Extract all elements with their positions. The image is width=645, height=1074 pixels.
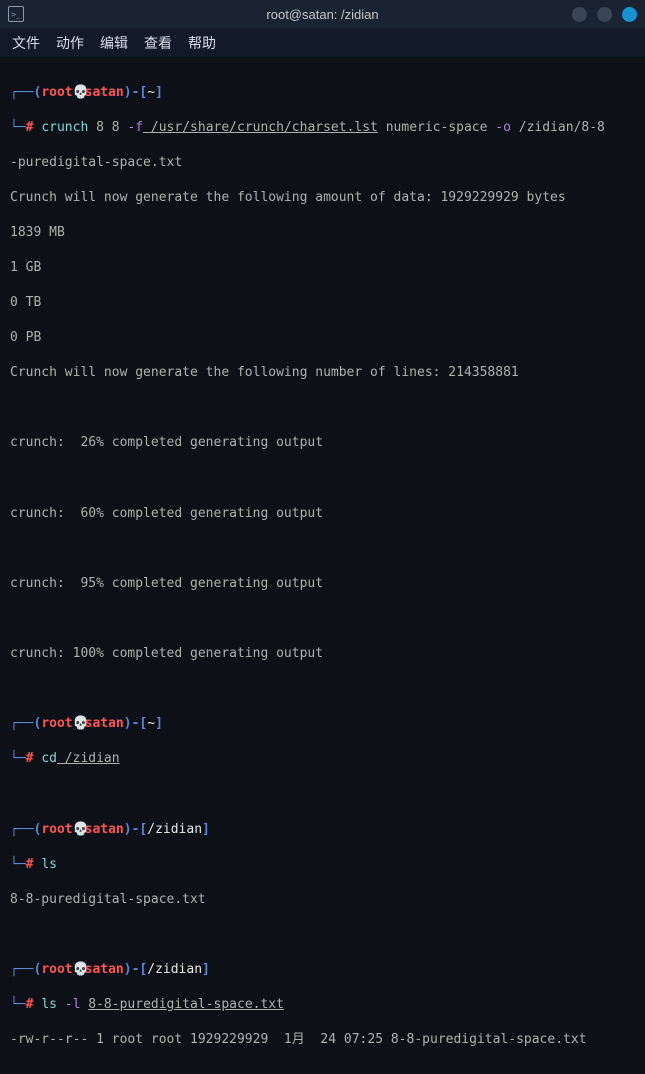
out-tb: 0 TB xyxy=(10,294,635,312)
skull-icon: 💀 xyxy=(73,821,85,839)
prompt-3: ┌──(root💀satan)-[/zidian] xyxy=(10,821,635,839)
out-gb: 1 GB xyxy=(10,259,635,277)
cmd-crunch: crunch xyxy=(41,120,88,135)
out-mb: 1839 MB xyxy=(10,224,635,242)
menu-actions[interactable]: 动作 xyxy=(56,33,84,53)
minimize-button[interactable] xyxy=(572,7,587,22)
cmd-ls-l: ls xyxy=(41,997,57,1012)
ls-output: 8-8-puredigital-space.txt xyxy=(10,891,635,909)
menu-edit[interactable]: 编辑 xyxy=(100,33,128,53)
terminal-icon xyxy=(8,6,24,22)
maximize-button[interactable] xyxy=(597,7,612,22)
prompt-2: ┌──(root💀satan)-[~] xyxy=(10,715,635,733)
prompt-3-cmd: └─# ls xyxy=(10,856,635,874)
progress-26: crunch: 26% completed generating output xyxy=(10,434,635,452)
prompt-1: ┌──(root💀satan)-[~] xyxy=(10,84,635,102)
cmd-out-path: -puredigital-space.txt xyxy=(10,154,635,172)
menu-file[interactable]: 文件 xyxy=(12,33,40,53)
progress-100: crunch: 100% completed generating output xyxy=(10,645,635,663)
menu-view[interactable]: 查看 xyxy=(144,33,172,53)
skull-icon: 💀 xyxy=(73,715,85,733)
menubar: 文件 动作 编辑 查看 帮助 xyxy=(0,28,645,58)
prompt-2-cmd: └─# cd /zidian xyxy=(10,750,635,768)
window-title: root@satan: /zidian xyxy=(266,7,378,22)
window-controls xyxy=(572,7,637,22)
prompt-4: ┌──(root💀satan)-[/zidian] xyxy=(10,961,635,979)
titlebar: root@satan: /zidian xyxy=(0,0,645,28)
cmd-ls: ls xyxy=(41,857,57,872)
close-button[interactable] xyxy=(622,7,637,22)
menu-help[interactable]: 帮助 xyxy=(188,33,216,53)
out-pb: 0 PB xyxy=(10,329,635,347)
skull-icon: 💀 xyxy=(73,961,85,979)
ls-l-output: -rw-r--r-- 1 root root 1929229929 1月 24 … xyxy=(10,1031,635,1049)
terminal-body[interactable]: ┌──(root💀satan)-[~] └─# crunch 8 8 -f /u… xyxy=(0,58,645,1074)
out-lines: Crunch will now generate the following n… xyxy=(10,364,635,382)
prompt-4-cmd: └─# ls -l 8-8-puredigital-space.txt xyxy=(10,996,635,1014)
out-bytes: Crunch will now generate the following a… xyxy=(10,189,635,207)
cmd-cd: cd xyxy=(41,751,57,766)
progress-95: crunch: 95% completed generating output xyxy=(10,575,635,593)
skull-icon: 💀 xyxy=(73,84,85,102)
prompt-1-cmd: └─# crunch 8 8 -f /usr/share/crunch/char… xyxy=(10,119,635,137)
progress-60: crunch: 60% completed generating output xyxy=(10,505,635,523)
